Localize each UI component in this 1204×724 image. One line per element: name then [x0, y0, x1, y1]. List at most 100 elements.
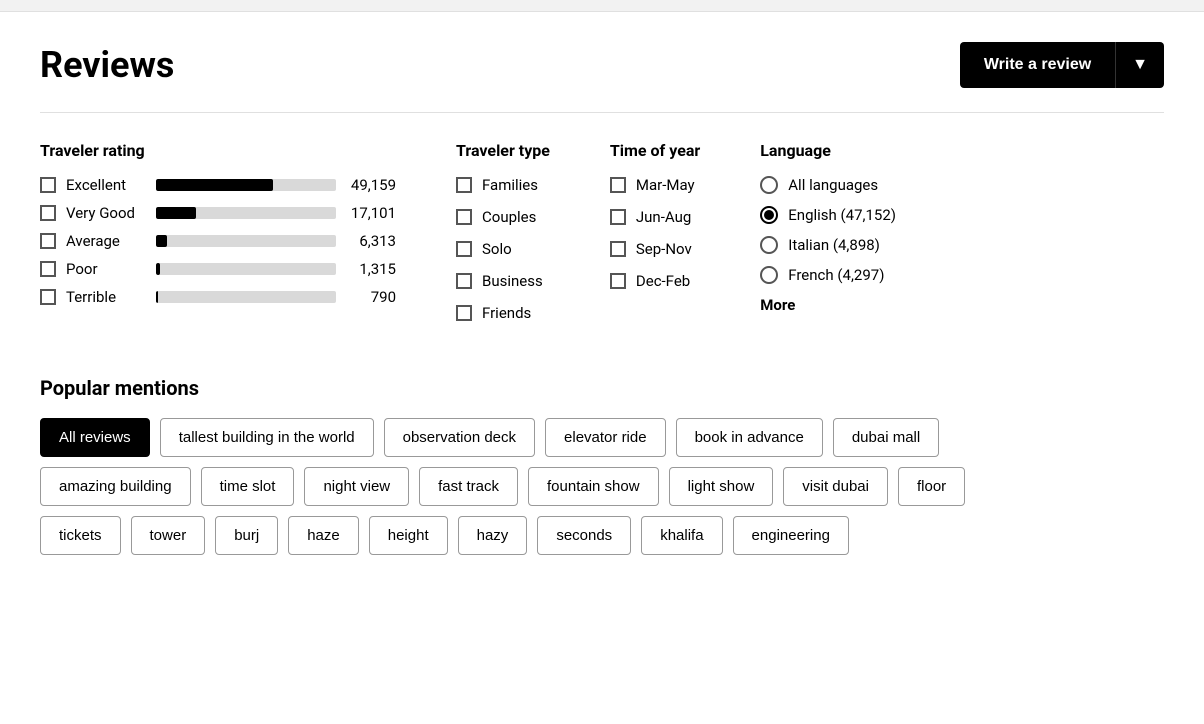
time-label: Mar-May — [636, 176, 695, 194]
time-label: Jun-Aug — [636, 208, 691, 226]
more-languages-link[interactable]: More — [760, 296, 896, 314]
traveler-type-item[interactable]: Couples — [456, 208, 550, 226]
tag-button[interactable]: visit dubai — [783, 467, 888, 506]
rating-bar — [156, 179, 336, 191]
tag-button[interactable]: tallest building in the world — [160, 418, 374, 457]
rating-item[interactable]: Average 6,313 — [40, 232, 396, 250]
tag-button[interactable]: elevator ride — [545, 418, 666, 457]
type-label: Couples — [482, 208, 536, 226]
time-label: Dec-Feb — [636, 272, 690, 290]
rating-label: Average — [66, 232, 146, 250]
language-radio[interactable] — [760, 236, 778, 254]
time-of-year-title: Time of year — [610, 141, 700, 160]
language-label: All languages — [788, 176, 878, 194]
tag-button[interactable]: height — [369, 516, 448, 555]
language-item[interactable]: English (47,152) — [760, 206, 896, 224]
traveler-type-list: Families Couples Solo Business Friends — [456, 176, 550, 322]
time-checkbox[interactable] — [610, 241, 626, 257]
time-of-year-item[interactable]: Sep-Nov — [610, 240, 700, 258]
language-label: English (47,152) — [788, 206, 896, 224]
type-checkbox[interactable] — [456, 305, 472, 321]
header-divider — [40, 112, 1164, 113]
rating-item[interactable]: Terrible 790 — [40, 288, 396, 306]
write-review-dropdown-button[interactable]: ▼ — [1115, 42, 1164, 88]
tag-button[interactable]: tickets — [40, 516, 121, 555]
write-review-group: Write a review ▼ — [960, 42, 1164, 88]
type-label: Friends — [482, 304, 531, 322]
rating-item[interactable]: Excellent 49,159 — [40, 176, 396, 194]
type-checkbox[interactable] — [456, 273, 472, 289]
reviews-header: Reviews Write a review ▼ — [40, 42, 1164, 88]
rating-checkbox[interactable] — [40, 177, 56, 193]
rating-checkbox[interactable] — [40, 233, 56, 249]
tags-row: tickets towerburj haze height hazyseconds kha… — [40, 516, 1164, 555]
language-label: Italian (4,898) — [788, 236, 880, 254]
tag-button[interactable]: observation deck — [384, 418, 535, 457]
tag-button[interactable]: seconds — [537, 516, 631, 555]
tag-button[interactable]: fountain show — [528, 467, 659, 506]
rating-label: Very Good — [66, 204, 146, 222]
time-label: Sep-Nov — [636, 240, 692, 258]
tag-button[interactable]: burj — [215, 516, 278, 555]
time-of-year-item[interactable]: Mar-May — [610, 176, 700, 194]
tag-button[interactable]: fast track — [419, 467, 518, 506]
rating-label: Poor — [66, 260, 146, 278]
tag-button[interactable]: hazy — [458, 516, 528, 555]
rating-bar — [156, 291, 336, 303]
type-checkbox[interactable] — [456, 177, 472, 193]
tags-row: All reviews tallest building in the world… — [40, 418, 1164, 457]
language-item[interactable]: Italian (4,898) — [760, 236, 896, 254]
write-review-button[interactable]: Write a review — [960, 42, 1115, 88]
language-label: French (4,297) — [788, 266, 884, 284]
tag-button[interactable]: light show — [669, 467, 774, 506]
language-title: Language — [760, 141, 896, 160]
language-radio[interactable] — [760, 176, 778, 194]
language-radio[interactable] — [760, 206, 778, 224]
language-item[interactable]: French (4,297) — [760, 266, 896, 284]
tag-button[interactable]: khalifa — [641, 516, 722, 555]
tag-button[interactable]: All reviews — [40, 418, 150, 457]
rating-item[interactable]: Poor 1,315 — [40, 260, 396, 278]
traveler-type-item[interactable]: Business — [456, 272, 550, 290]
rating-bar-fill — [156, 263, 160, 275]
tag-button[interactable]: night view — [304, 467, 409, 506]
time-of-year-item[interactable]: Dec-Feb — [610, 272, 700, 290]
time-checkbox[interactable] — [610, 273, 626, 289]
rating-bar — [156, 235, 336, 247]
rating-bar — [156, 207, 336, 219]
tag-button[interactable]: tower — [131, 516, 206, 555]
tag-button[interactable]: haze — [288, 516, 359, 555]
tag-button[interactable]: amazing building — [40, 467, 191, 506]
tag-button[interactable]: floor — [898, 467, 965, 506]
rating-item[interactable]: Very Good 17,101 — [40, 204, 396, 222]
rating-label: Excellent — [66, 176, 146, 194]
tag-button[interactable]: engineering — [733, 516, 849, 555]
rating-checkbox[interactable] — [40, 289, 56, 305]
traveler-type-item[interactable]: Solo — [456, 240, 550, 258]
tag-button[interactable]: dubai mall — [833, 418, 939, 457]
time-of-year-list: Mar-May Jun-Aug Sep-Nov Dec-Feb — [610, 176, 700, 290]
radio-inner — [764, 210, 774, 220]
rating-count: 6,313 — [346, 232, 396, 250]
time-of-year-item[interactable]: Jun-Aug — [610, 208, 700, 226]
traveler-type-title: Traveler type — [456, 141, 550, 160]
time-of-year-section: Time of year Mar-May Jun-Aug Sep-Nov Dec… — [610, 141, 700, 336]
filters-row: Traveler rating Excellent 49,159 Very Go… — [40, 141, 1164, 336]
tag-button[interactable]: time slot — [201, 467, 295, 506]
traveler-type-item[interactable]: Friends — [456, 304, 550, 322]
type-checkbox[interactable] — [456, 209, 472, 225]
tags-row: amazing building time slotnight view fast … — [40, 467, 1164, 506]
reviews-title: Reviews — [40, 44, 174, 86]
rating-checkbox[interactable] — [40, 261, 56, 277]
time-checkbox[interactable] — [610, 177, 626, 193]
traveler-type-item[interactable]: Families — [456, 176, 550, 194]
tag-button[interactable]: book in advance — [676, 418, 823, 457]
rating-checkbox[interactable] — [40, 205, 56, 221]
time-checkbox[interactable] — [610, 209, 626, 225]
rating-count: 49,159 — [346, 176, 396, 194]
type-checkbox[interactable] — [456, 241, 472, 257]
rating-bar-fill — [156, 291, 158, 303]
rating-count: 17,101 — [346, 204, 396, 222]
language-item[interactable]: All languages — [760, 176, 896, 194]
language-radio[interactable] — [760, 266, 778, 284]
